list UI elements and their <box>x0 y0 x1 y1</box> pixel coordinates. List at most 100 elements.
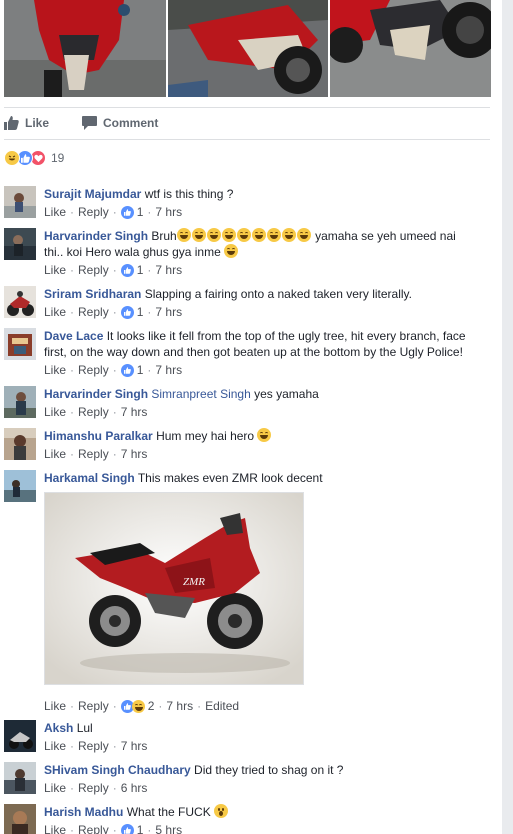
comment-author[interactable]: Dave Lace <box>44 329 103 343</box>
like-count-icon <box>120 823 134 834</box>
comment-like-count[interactable]: 1 <box>137 362 144 378</box>
comment-like-count[interactable]: 1 <box>137 822 144 834</box>
avatar[interactable] <box>4 762 36 794</box>
post-photo-strip <box>0 0 502 97</box>
comment-like-link[interactable]: Like <box>44 204 66 220</box>
comment-text-mid: yamaha se yeh umeed nai <box>311 229 456 243</box>
comment-bubble-icon <box>82 116 97 130</box>
haha-reaction-icon <box>4 150 20 166</box>
comment-author[interactable]: Harvarinder Singh <box>44 229 148 243</box>
comment-like-link[interactable]: Like <box>44 738 66 754</box>
comment-like-count[interactable]: 2 <box>148 698 155 714</box>
thumbs-up-icon <box>4 116 19 130</box>
avatar[interactable] <box>4 470 36 502</box>
like-count-icon <box>120 363 134 377</box>
comment-text: yes yamaha <box>254 387 319 401</box>
comment-text-start: Bruh <box>151 229 177 243</box>
comment-author[interactable]: Harvarinder Singh <box>44 387 148 401</box>
haha-count-icon <box>131 699 145 713</box>
post-action-bar: Like Comment <box>4 107 490 140</box>
comment-author[interactable]: Surajit Majumdar <box>44 187 141 201</box>
comment-text: Slapping a fairing onto a naked taken ve… <box>144 287 412 301</box>
comment-like-link[interactable]: Like <box>44 304 66 320</box>
comment-text-line1: It looks like it fell from the top of th… <box>106 329 466 343</box>
avatar[interactable] <box>4 286 36 318</box>
laughing-emoji-icon <box>236 228 251 242</box>
comment-button-label: Comment <box>103 116 159 130</box>
comment-like-link[interactable]: Like <box>44 362 66 378</box>
comment-timestamp[interactable]: 5 hrs <box>155 822 182 834</box>
comment-like-count[interactable]: 1 <box>137 262 144 278</box>
comment-text: What the FUCK <box>126 805 211 819</box>
comment-like-link[interactable]: Like <box>44 780 66 796</box>
comment-author[interactable]: Aksh <box>44 721 73 735</box>
comment-text-line2: first, on the way down and then got beat… <box>44 345 463 359</box>
avatar[interactable] <box>4 186 36 218</box>
comment-timestamp[interactable]: 7 hrs <box>155 362 182 378</box>
avatar[interactable] <box>4 428 36 460</box>
comment-reply-link[interactable]: Reply <box>78 822 109 834</box>
comment-timestamp[interactable]: 7 hrs <box>121 446 148 462</box>
comment-reply-link[interactable]: Reply <box>78 362 109 378</box>
comment-author[interactable]: Sriram Sridharan <box>44 287 141 301</box>
comment-mention[interactable]: Simranpreet Singh <box>151 387 250 401</box>
comment-reply-link[interactable]: Reply <box>78 404 109 420</box>
comment-author[interactable]: Harish Madhu <box>44 805 123 819</box>
comment-reply-link[interactable]: Reply <box>78 698 109 714</box>
comment-edited-label[interactable]: Edited <box>205 698 239 714</box>
comment-reply-link[interactable]: Reply <box>78 262 109 278</box>
avatar[interactable] <box>4 386 36 418</box>
avatar[interactable] <box>4 228 36 260</box>
avatar[interactable] <box>4 804 36 834</box>
comment-text: This makes even ZMR look decent <box>137 471 323 485</box>
comment-like-link[interactable]: Like <box>44 404 66 420</box>
post-photo-3[interactable] <box>330 0 491 97</box>
laughing-emoji-icon <box>281 228 296 242</box>
comment-like-link[interactable]: Like <box>44 698 66 714</box>
comment-author[interactable]: SHivam Singh Chaudhary <box>44 763 191 777</box>
comment-attachment-image[interactable]: ZMR <box>44 492 304 685</box>
like-button[interactable]: Like <box>4 116 49 130</box>
comment-text: Lul <box>76 721 93 735</box>
comment-timestamp[interactable]: 7 hrs <box>166 698 193 714</box>
comment-reply-link[interactable]: Reply <box>78 204 109 220</box>
comment-author[interactable]: Himanshu Paralkar <box>44 429 153 443</box>
laughing-emoji-icon <box>224 244 239 258</box>
comment-reply-link[interactable]: Reply <box>78 780 109 796</box>
comment-timestamp[interactable]: 7 hrs <box>155 304 182 320</box>
comment-timestamp[interactable]: 7 hrs <box>121 738 148 754</box>
reaction-count: 19 <box>51 151 65 165</box>
post-photo-2[interactable] <box>168 0 328 97</box>
comment-author[interactable]: Harkamal Singh <box>44 471 135 485</box>
comment-like-count[interactable]: 1 <box>137 304 144 320</box>
like-count-icon <box>120 305 134 319</box>
laughing-emoji-icon <box>266 228 281 242</box>
like-count-icon <box>120 263 134 277</box>
page-scroll-gutter[interactable] <box>502 0 513 834</box>
laughing-emoji-icon <box>296 228 311 242</box>
laughing-emoji-icon <box>206 228 221 242</box>
comment-reply-link[interactable]: Reply <box>78 738 109 754</box>
comment-like-link[interactable]: Like <box>44 262 66 278</box>
laughing-emoji-icon <box>221 228 236 242</box>
comment-text: Hum mey hai hero <box>156 429 255 443</box>
comment-like-count[interactable]: 1 <box>137 204 144 220</box>
comment-text: Did they tried to shag on it ? <box>194 763 344 777</box>
comment-timestamp[interactable]: 7 hrs <box>155 262 182 278</box>
comment-timestamp[interactable]: 7 hrs <box>155 204 182 220</box>
comment-button[interactable]: Comment <box>82 116 158 130</box>
avatar[interactable] <box>4 720 36 752</box>
post-photo-1[interactable] <box>4 0 166 97</box>
comment-timestamp[interactable]: 7 hrs <box>121 404 148 420</box>
comment-panel: Like Comment 19 Surajit Majumdar wtf is … <box>0 0 502 834</box>
laughing-emoji-icon <box>251 228 266 242</box>
like-button-label: Like <box>25 116 50 130</box>
comment-like-link[interactable]: Like <box>44 446 66 462</box>
comment-reply-link[interactable]: Reply <box>78 446 109 462</box>
reactions-summary[interactable]: 19 <box>4 150 64 166</box>
avatar[interactable] <box>4 328 36 360</box>
laughing-emoji-icon <box>191 228 206 242</box>
comment-like-link[interactable]: Like <box>44 822 66 834</box>
comment-reply-link[interactable]: Reply <box>78 304 109 320</box>
comment-timestamp[interactable]: 6 hrs <box>121 780 148 796</box>
